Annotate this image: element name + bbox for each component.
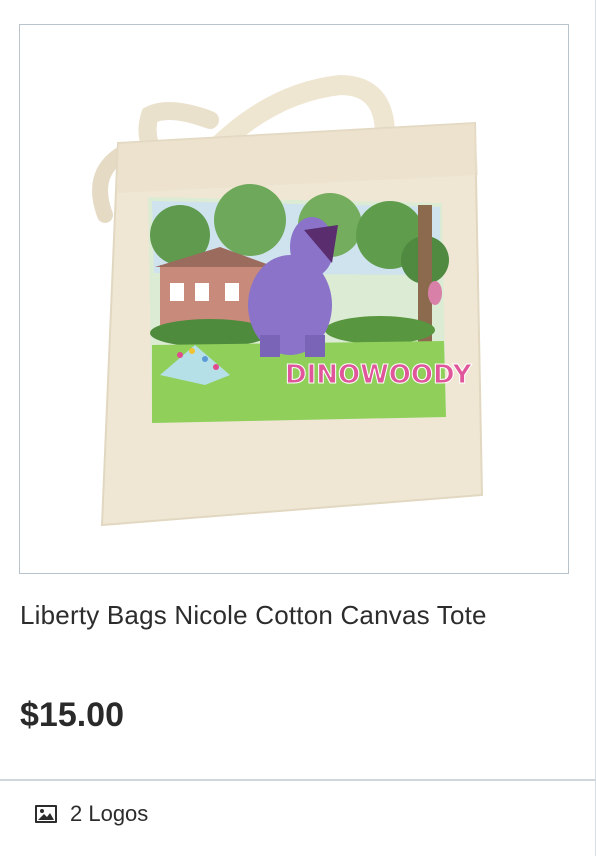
divider bbox=[0, 779, 596, 781]
logos-count[interactable]: 2 Logos bbox=[34, 801, 148, 827]
tote-bag-illustration: DINOWOODY bbox=[92, 74, 484, 527]
image-icon bbox=[34, 804, 58, 824]
product-title[interactable]: Liberty Bags Nicole Cotton Canvas Tote bbox=[20, 600, 487, 631]
print-artwork: DINOWOODY bbox=[148, 184, 473, 423]
logos-label: 2 Logos bbox=[70, 801, 149, 826]
product-card[interactable]: DINOWOODY Liberty Bags Nicole Cotton Can… bbox=[0, 0, 596, 856]
product-price: $15.00 bbox=[20, 696, 124, 734]
product-image[interactable]: DINOWOODY bbox=[19, 24, 569, 574]
print-text: DINOWOODY bbox=[285, 360, 473, 390]
